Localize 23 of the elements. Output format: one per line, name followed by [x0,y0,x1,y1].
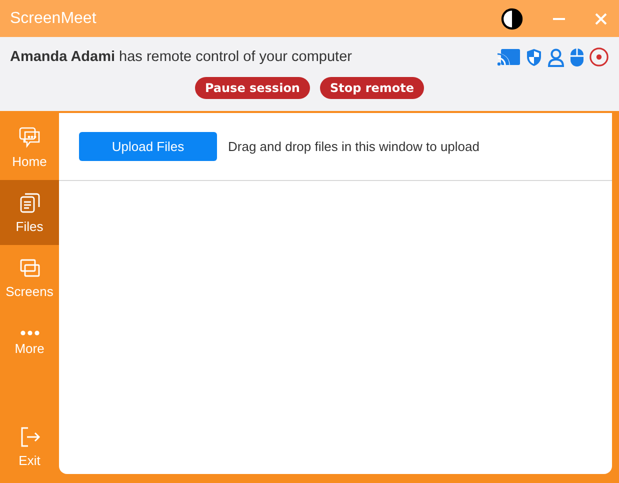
more-icon [20,330,40,336]
cast-icon [497,48,521,66]
exit-button[interactable]: Exit [0,419,59,475]
sidebar-item[interactable]: Home [0,115,59,180]
drop-hint: Drag and drop files in this window to upload [228,139,480,154]
record-icon [589,47,609,67]
user-icon [547,48,565,66]
session-button[interactable]: Stop remote [320,77,424,99]
chat-icon [18,126,40,148]
session-message: Amanda Adami has remote control of your computer [10,49,352,65]
documents-icon [18,192,40,214]
exit-icon [18,426,40,448]
upload-files-button[interactable]: Upload Files [79,132,217,161]
window-title: ScreenMeet [10,10,96,28]
session-button[interactable]: Pause session [194,77,310,99]
sidebar-item[interactable]: More [0,310,59,375]
contrast-icon[interactable] [501,8,523,30]
sidebar-item[interactable]: Files [0,180,59,245]
screens-icon [18,256,40,278]
shield-icon [526,48,542,66]
close-icon[interactable] [595,12,607,24]
sidebar-item[interactable]: Screens [0,245,59,310]
mouse-icon [570,48,584,66]
